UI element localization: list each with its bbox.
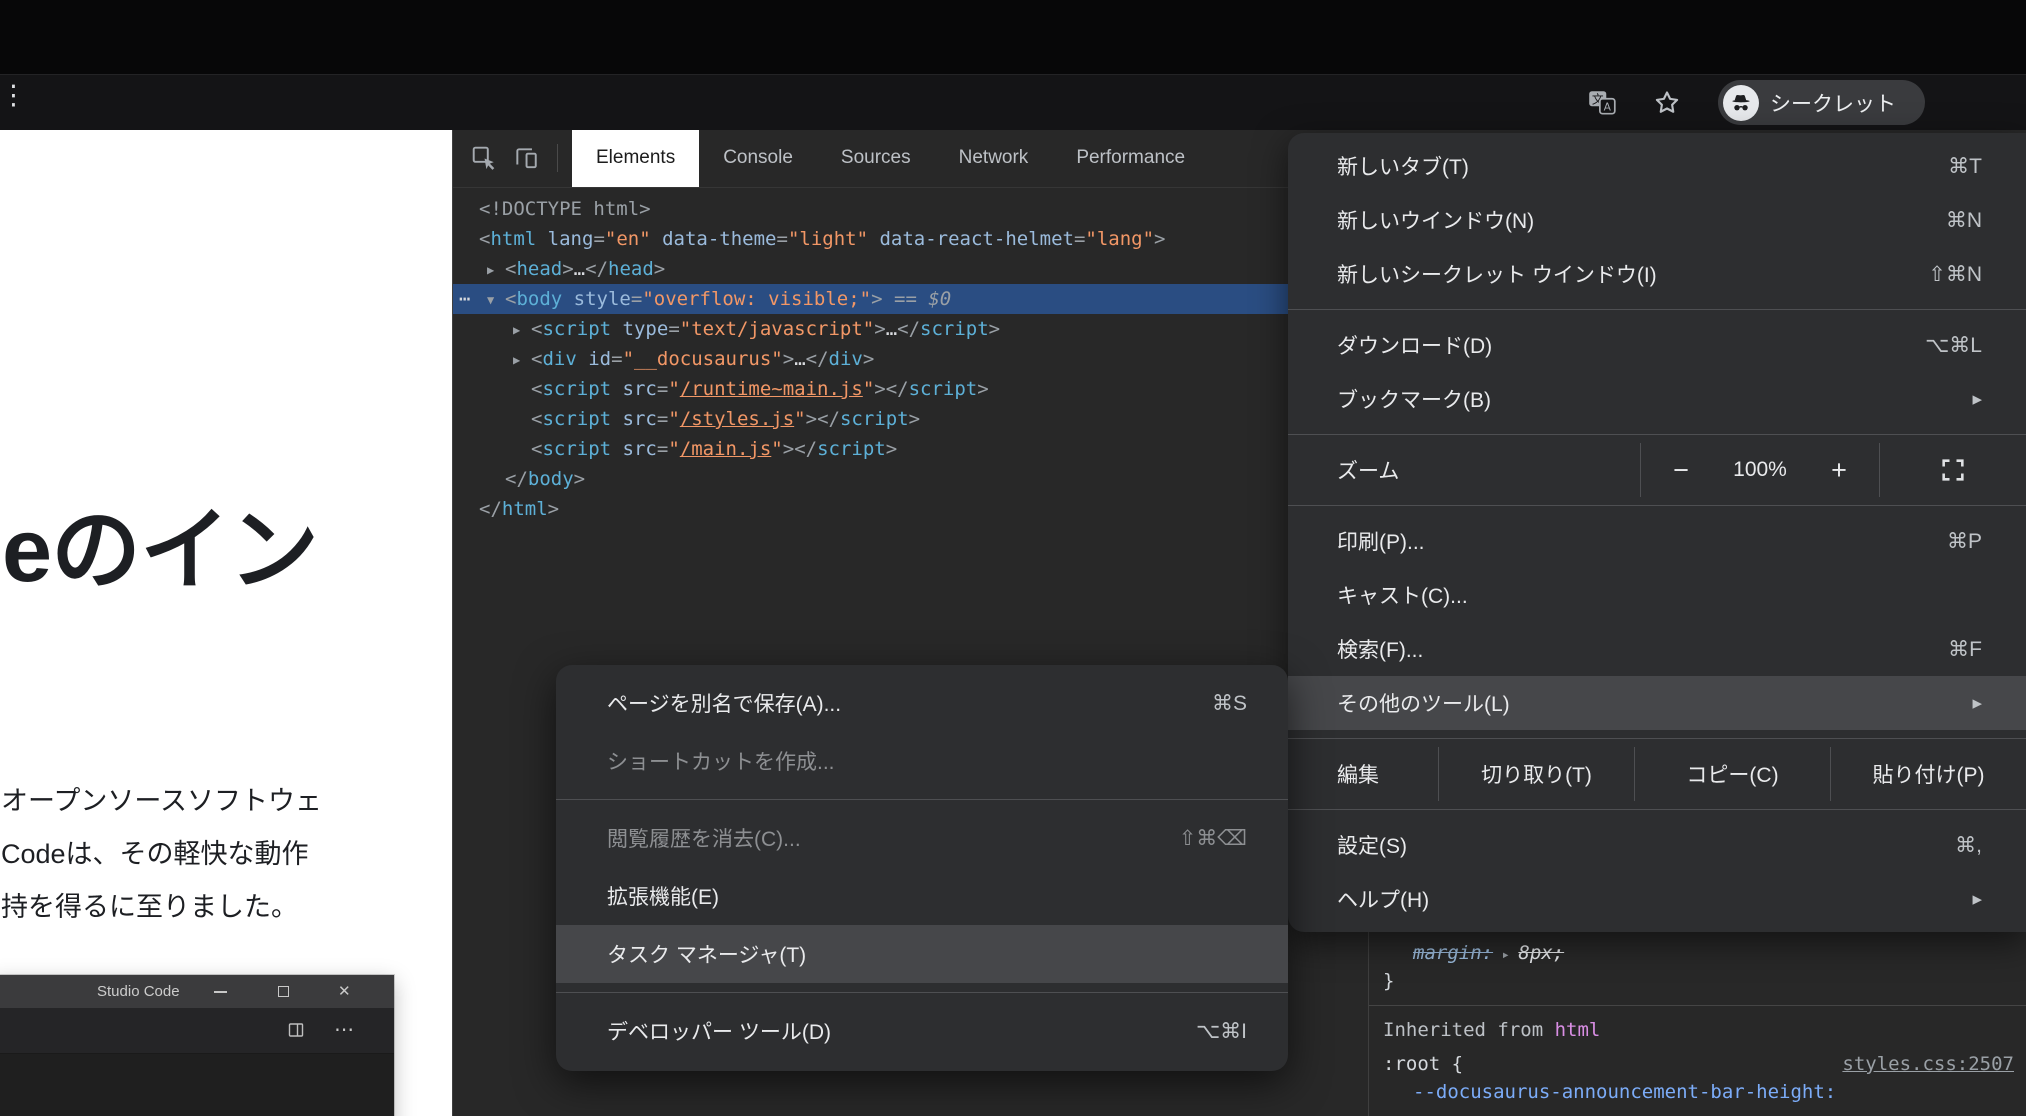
menu-item-bookmarks[interactable]: ブックマーク(B) ▸: [1288, 372, 2026, 426]
menu-separator: [1288, 809, 2026, 810]
css-custom-property[interactable]: --docusaurus-announcement-bar-height:: [1369, 1078, 2026, 1106]
menu-separator: [1288, 434, 2026, 435]
browser-main-menu: 新しいタブ(T) ⌘T 新しいウインドウ(N) ⌘N 新しいシークレット ウイン…: [1288, 133, 2026, 932]
maximize-icon: [278, 986, 289, 997]
menu-item-more-tools[interactable]: その他のツール(L) ▸: [1288, 676, 2026, 730]
zoom-in-button[interactable]: +: [1799, 443, 1879, 497]
node-more-actions-icon[interactable]: ⋯: [459, 284, 471, 314]
menu-separator: [1288, 505, 2026, 506]
tab-network[interactable]: Network: [935, 129, 1053, 187]
css-close-brace: }: [1369, 967, 2026, 995]
tab-elements[interactable]: Elements: [572, 129, 699, 187]
inherited-from-label: Inherited from html: [1369, 1016, 2026, 1044]
menu-item-new-tab[interactable]: 新しいタブ(T) ⌘T: [1288, 139, 2026, 193]
close-icon: ✕: [338, 975, 351, 1008]
browser-toolbar: 文 A シークレット ⋮: [0, 74, 2026, 130]
collapse-arrow-icon[interactable]: ▼: [487, 285, 505, 315]
vscode-titlebar: Studio Code ✕: [0, 975, 394, 1008]
toolbar-divider: [557, 144, 558, 172]
vscode-tabbar: ⋯: [0, 1008, 394, 1054]
menu-item-help[interactable]: ヘルプ(H) ▸: [1288, 872, 2026, 926]
submenu-item-save-page-as[interactable]: ページを別名で保存(A)... ⌘S: [556, 674, 1288, 732]
submenu-arrow-icon: ▸: [1972, 692, 1982, 715]
translate-icon[interactable]: 文 A: [1586, 87, 1618, 119]
submenu-item-clear-browsing-data: 閲覧履歴を消去(C)... ⇧⌘⌫: [556, 809, 1288, 867]
incognito-label: シークレット: [1770, 88, 1896, 118]
menu-item-zoom: ズーム − 100% +: [1288, 443, 2026, 497]
edit-label: 編集: [1288, 747, 1438, 801]
zoom-out-button[interactable]: −: [1641, 443, 1721, 497]
menu-item-cast[interactable]: キャスト(C)...: [1288, 568, 2026, 622]
tab-sources[interactable]: Sources: [817, 129, 935, 187]
menu-separator: [1288, 309, 2026, 310]
menu-separator: [556, 992, 1288, 993]
styles-separator: [1369, 1005, 2026, 1006]
submenu-item-developer-tools[interactable]: デベロッパー ツール(D) ⌥⌘I: [556, 1002, 1288, 1060]
menu-separator: [556, 799, 1288, 800]
css-property-overridden[interactable]: margin: ▸ 8px;: [1369, 939, 2026, 967]
tab-strip: [0, 0, 2026, 74]
cut-button[interactable]: 切り取り(T): [1438, 747, 1634, 801]
submenu-item-create-shortcut: ショートカットを作成...: [556, 732, 1288, 790]
copy-button[interactable]: コピー(C): [1634, 747, 1830, 801]
vscode-screenshot: Studio Code ✕ ⋯ avaScript, Python, PHP, …: [0, 975, 394, 1116]
paragraph-line: Codeは、その軽快な動作: [1, 828, 322, 881]
menu-item-settings[interactable]: 設定(S) ⌘,: [1288, 818, 2026, 872]
css-rule-selector[interactable]: :root {styles.css:2507: [1369, 1050, 2026, 1078]
page-title: eのイン: [2, 477, 318, 607]
zoom-level: 100%: [1721, 443, 1799, 497]
styles-content: margin: ▸ 8px; } Inherited from html :ro…: [1369, 939, 2026, 1106]
more-actions-icon: ⋯: [334, 1008, 354, 1053]
device-toolbar-icon[interactable]: [513, 145, 539, 171]
browser-window: 文 A シークレット ⋮ eのイン: [0, 0, 2026, 1116]
menu-item-new-incognito-window[interactable]: 新しいシークレット ウインドウ(I) ⇧⌘N: [1288, 247, 2026, 301]
expand-arrow-icon[interactable]: ▶: [513, 315, 531, 345]
menu-item-find[interactable]: 検索(F)... ⌘F: [1288, 622, 2026, 676]
submenu-item-extensions[interactable]: 拡張機能(E): [556, 867, 1288, 925]
web-page-content: eのイン オープンソースソフトウェ Codeは、その軽快な動作 持を得るに至りま…: [0, 129, 452, 1116]
menu-item-new-window[interactable]: 新しいウインドウ(N) ⌘N: [1288, 193, 2026, 247]
expand-arrow-icon[interactable]: ▶: [487, 255, 505, 285]
submenu-arrow-icon: ▸: [1972, 888, 1982, 911]
menu-item-edit-group: 編集 切り取り(T) コピー(C) 貼り付け(P): [1288, 747, 2026, 801]
menu-item-downloads[interactable]: ダウンロード(D) ⌥⌘L: [1288, 318, 2026, 372]
expand-arrow-icon[interactable]: ▶: [513, 345, 531, 375]
inherited-node-link[interactable]: html: [1555, 1019, 1601, 1041]
inspect-element-icon[interactable]: [471, 145, 497, 171]
menu-separator: [1288, 738, 2026, 739]
fullscreen-icon[interactable]: [1880, 443, 2026, 497]
svg-text:A: A: [1604, 100, 1612, 113]
split-editor-icon: [288, 1022, 304, 1043]
tab-console[interactable]: Console: [699, 129, 817, 187]
stylesheet-source-link[interactable]: styles.css:2507: [1842, 1050, 2014, 1078]
browser-menu-button[interactable]: ⋮: [0, 80, 27, 110]
tab-performance[interactable]: Performance: [1052, 129, 1209, 187]
incognito-icon: [1723, 85, 1759, 121]
bookmark-star-icon[interactable]: [1652, 88, 1682, 118]
submenu-item-task-manager[interactable]: タスク マネージャ(T): [556, 925, 1288, 983]
minimize-icon: [214, 991, 227, 993]
menu-item-print[interactable]: 印刷(P)... ⌘P: [1288, 514, 2026, 568]
shorthand-expand-icon[interactable]: ▸: [1493, 947, 1518, 963]
more-tools-submenu: ページを別名で保存(A)... ⌘S ショートカットを作成... 閲覧履歴を消去…: [556, 665, 1288, 1071]
submenu-arrow-icon: ▸: [1972, 388, 1982, 411]
paragraph-line: 持を得るに至りました。: [1, 881, 322, 934]
incognito-badge: シークレット: [1718, 80, 1925, 125]
paragraph-line: オープンソースソフトウェ: [1, 775, 322, 828]
page-paragraph: オープンソースソフトウェ Codeは、その軽快な動作 持を得るに至りました。: [1, 775, 322, 934]
vscode-window-title: Studio Code: [97, 975, 180, 1008]
paste-button[interactable]: 貼り付け(P): [1830, 747, 2026, 801]
